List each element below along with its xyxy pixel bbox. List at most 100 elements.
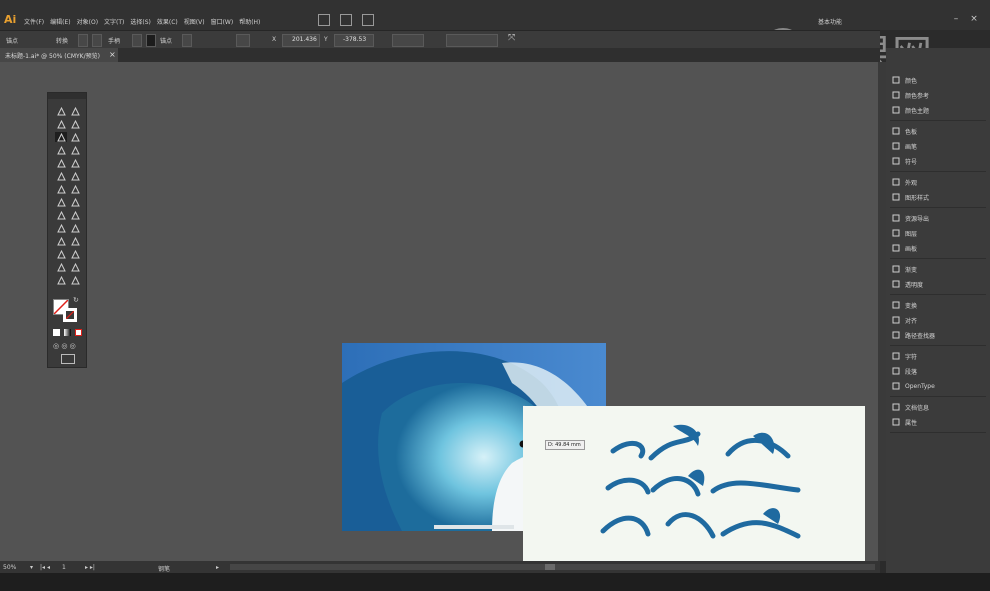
mesh-tool-icon[interactable] [55,223,67,233]
shape-builder-tool-icon[interactable] [55,210,67,220]
panel-item-graphic-styles[interactable]: 图形样式 [892,191,929,203]
panel-item-swatches[interactable]: 色板 [892,125,917,137]
arrange-docs-icon[interactable] [340,14,352,26]
toolbox-grip[interactable] [48,93,86,99]
blend-tool-icon[interactable] [69,236,81,246]
panel-item-artboards[interactable]: 画板 [892,242,917,254]
slice-tool-icon[interactable] [69,262,81,272]
pen-tool-icon[interactable] [55,132,67,142]
lasso-tool-icon[interactable] [69,119,81,129]
width-tool-icon[interactable] [55,197,67,207]
align-icon[interactable] [236,34,250,47]
symbol-sprayer-tool-icon[interactable] [55,249,67,259]
close-tab-icon[interactable]: × [109,50,116,59]
menu-help[interactable]: 帮助(H) [239,17,260,26]
artboard-tool-icon[interactable] [55,262,67,272]
screen-mode-icon[interactable] [61,354,75,364]
panel-item-symbols[interactable]: 符号 [892,155,917,167]
remove-anchor-button[interactable] [182,34,192,47]
panel-item-appearance[interactable]: 外观 [892,176,917,188]
document-info-icon [892,403,900,411]
panel-item-document-info[interactable]: 文档信息 [892,401,929,413]
color-mode-gradient-icon[interactable] [64,329,71,336]
panel-item-attributes[interactable]: 属性 [892,416,917,428]
isolate-icon[interactable]: ⤧ [508,33,515,43]
zoom-tool-icon[interactable] [69,275,81,285]
selection-tool-icon[interactable] [55,106,67,116]
menu-type[interactable]: 文字(T) [104,17,124,26]
scale-tool-icon[interactable] [69,184,81,194]
eyedropper-tool-icon[interactable] [55,236,67,246]
bridge-icon[interactable] [318,14,330,26]
stroke-swatch[interactable] [63,308,77,322]
panel-item-gradient[interactable]: 渐变 [892,263,917,275]
height-input[interactable] [446,34,498,47]
line-segment-tool-icon[interactable] [69,145,81,155]
handle-show-button[interactable] [132,34,142,47]
panel-item-color-themes[interactable]: 颜色主题 [892,104,929,116]
convert-corner-button[interactable] [78,34,88,47]
paintbrush-tool-icon[interactable] [69,158,81,168]
panel-item-transparency[interactable]: 透明度 [892,278,923,290]
menu-effect[interactable]: 效果(C) [157,17,178,26]
panel-item-pathfinder[interactable]: 路径查找器 [892,329,935,341]
gradient-tool-icon[interactable] [69,223,81,233]
vertical-scrollbar[interactable] [878,62,886,561]
shaper-tool-icon[interactable] [55,171,67,181]
panel-item-color[interactable]: 颜色 [892,74,917,86]
panel-item-label: 文档信息 [905,404,930,412]
wave-sticker-sheet[interactable] [523,406,865,561]
menu-select[interactable]: 选择(S) [130,17,151,26]
swap-colors-icon[interactable]: ↻ [73,296,79,304]
document-tab[interactable]: 未标题-1.ai* @ 50% (CMYK/预览) × [0,48,118,62]
free-transform-tool-icon[interactable] [69,197,81,207]
panel-item-asset-export[interactable]: 资源导出 [892,212,929,224]
menu-view[interactable]: 视图(V) [184,17,205,26]
color-mode-none-icon[interactable] [75,329,82,336]
panel-item-brushes[interactable]: 画笔 [892,140,917,152]
menu-object[interactable]: 对象(O) [77,17,98,26]
zoom-dropdown-icon[interactable]: ▾ [30,564,33,571]
sync-icon[interactable] [362,14,374,26]
measure-tooltip: D: 49.84 mm [545,440,585,450]
panel-item-character[interactable]: 字符 [892,350,917,362]
prev-artboard-icon[interactable]: |◂ ◂ [40,564,50,571]
panel-divider [890,294,986,295]
layers-icon [892,229,900,237]
direct-selection-tool-icon[interactable] [69,106,81,116]
magic-wand-tool-icon[interactable] [55,119,67,129]
status-menu-icon[interactable]: ▸ [216,564,219,571]
menu-window[interactable]: 窗口(W) [211,17,234,26]
minimize-icon[interactable]: – [948,14,964,24]
panel-item-color-guide[interactable]: 颜色参考 [892,89,929,101]
panel-item-layers[interactable]: 图层 [892,227,917,239]
type-tool-icon[interactable] [55,145,67,155]
panel-item-opentype[interactable]: OpenType [892,380,935,392]
handle-hide-button[interactable] [146,34,156,47]
panel-item-paragraph[interactable]: 段落 [892,365,917,377]
page-number[interactable]: 1 [62,564,66,571]
convert-smooth-button[interactable] [92,34,102,47]
perspective-grid-tool-icon[interactable] [69,210,81,220]
menu-file[interactable]: 文件(F) [24,17,44,26]
panel-item-transform[interactable]: 变换 [892,299,917,311]
curvature-tool-icon[interactable] [69,132,81,142]
hand-tool-icon[interactable] [55,275,67,285]
menu-edit[interactable]: 编辑(E) [50,17,70,26]
width-input[interactable] [392,34,424,47]
eraser-tool-icon[interactable] [69,171,81,181]
panel-divider [890,396,986,397]
color-mode-color-icon[interactable] [53,329,60,336]
rotate-tool-icon[interactable] [55,184,67,194]
zoom-level[interactable]: 50% [3,564,16,571]
horizontal-scroll-thumb[interactable] [545,564,555,570]
column-graph-tool-icon[interactable] [69,249,81,259]
close-window-icon[interactable]: × [966,14,982,24]
panel-item-label: 段落 [905,368,918,376]
panel-item-align[interactable]: 对齐 [892,314,917,326]
next-artboard-icon[interactable]: ▸ ▸| [85,564,95,571]
draw-mode-icon[interactable]: ◎ ◎ ◎ [53,342,76,350]
rectangle-tool-icon[interactable] [55,158,67,168]
y-label: Y [324,36,328,43]
attributes-icon [892,418,900,426]
